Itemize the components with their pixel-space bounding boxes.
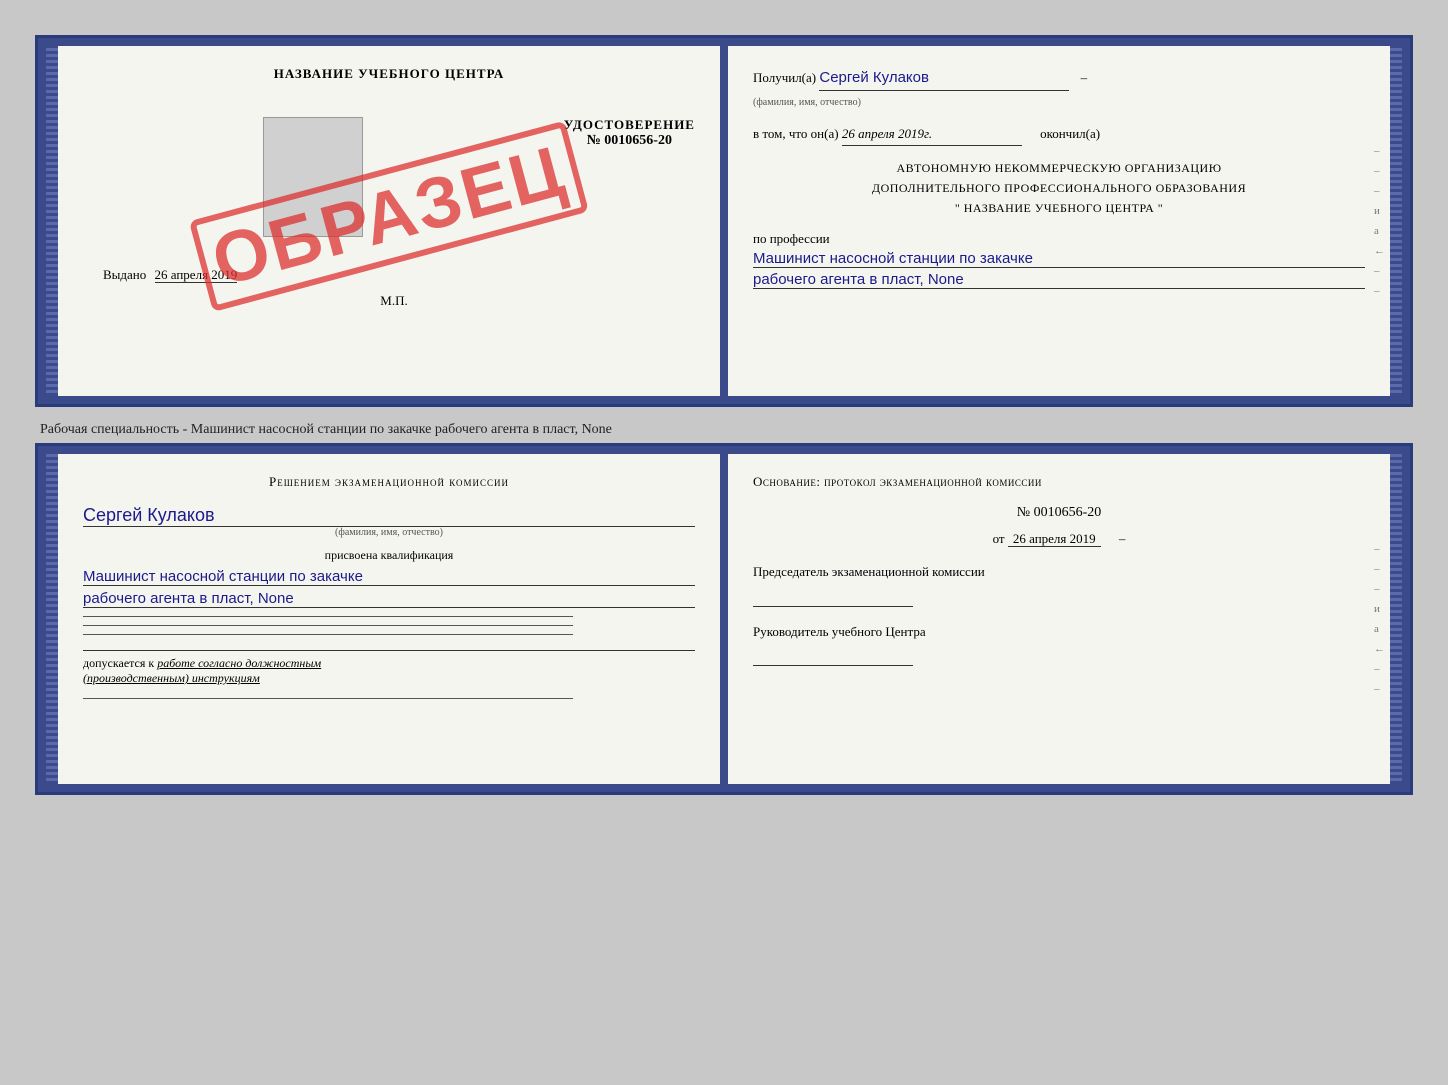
cert-left-page: НАЗВАНИЕ УЧЕБНОГО ЦЕНТРА УДОСТОВЕРЕНИЕ №… xyxy=(58,46,720,396)
familiya-label: (фамилия, имя, отчество) xyxy=(753,97,861,108)
br-dash-1: – xyxy=(1374,543,1385,555)
right-side-marks: – – – и а ← – – xyxy=(1374,145,1385,297)
udostoverenie-title: УДОСТОВЕРЕНИЕ xyxy=(564,117,695,133)
protocol-num: № 0010656-20 xyxy=(753,505,1365,521)
dash-mark-3: – xyxy=(1374,185,1385,197)
po-professii: по профессии xyxy=(753,231,1365,247)
bottom-prof-line1: Машинист насосной станции по закачке xyxy=(83,568,695,586)
br-a-mark: а xyxy=(1374,623,1385,635)
arrow-mark: ← xyxy=(1374,245,1385,257)
cert-right-page: Получил(а) Сергей Кулаков – (фамилия, им… xyxy=(728,46,1390,396)
a-mark: а xyxy=(1374,225,1385,237)
poluchil-prefix: Получил(а) xyxy=(753,70,816,85)
bottom-left-spine xyxy=(46,454,58,784)
bottom-certificate: Решением экзаменационной комиссии Сергей… xyxy=(35,443,1413,795)
poluchil-name: Сергей Кулаков xyxy=(819,66,1069,91)
dopuskaetsya-line: допускается к работе согласно должностны… xyxy=(83,650,695,686)
separator-line-1 xyxy=(83,616,573,617)
osnovanie-text: Основание: протокол экзаменационной коми… xyxy=(753,474,1365,490)
br-dash-2: – xyxy=(1374,563,1385,575)
org-line1: АВТОНОМНУЮ НЕКОММЕРЧЕСКУЮ ОРГАНИЗАЦИЮ xyxy=(753,158,1365,178)
protocol-date: от 26 апреля 2019 – xyxy=(753,531,1365,547)
rukovoditel-sig-line xyxy=(753,646,913,666)
dash-mark-1: – xyxy=(1374,145,1385,157)
bottom-left-page: Решением экзаменационной комиссии Сергей… xyxy=(58,454,720,784)
br-dash-3: – xyxy=(1374,583,1385,595)
vtom-line: в том, что он(а) 26 апреля 2019г. окончи… xyxy=(753,124,1365,146)
predsedatel-sig-line xyxy=(753,587,913,607)
vtom-date: 26 апреля 2019г. xyxy=(842,124,1022,146)
bottom-right-page: Основание: протокол экзаменационной коми… xyxy=(728,454,1390,784)
rukovoditel-block: Руководитель учебного Центра xyxy=(753,622,1365,667)
prisvoena-text: присвоена квалификация xyxy=(83,548,695,563)
right-spine-strip xyxy=(1390,46,1402,396)
bottom-right-spine xyxy=(1390,454,1402,784)
separator-line-3 xyxy=(83,634,573,635)
okoncil-suffix: окончил(а) xyxy=(1040,126,1100,141)
br-dash-4: – xyxy=(1374,663,1385,675)
profession-line1: Машинист насосной станции по закачке xyxy=(753,250,1365,268)
dash-mark-5: – xyxy=(1374,285,1385,297)
decision-text: Решением экзаменационной комиссии xyxy=(83,474,695,490)
br-dash-5: – xyxy=(1374,683,1385,695)
bottom-name: Сергей Кулаков xyxy=(83,505,695,527)
cert-number: № 0010656-20 xyxy=(564,133,695,149)
udostoverenie-block: УДОСТОВЕРЕНИЕ № 0010656-20 xyxy=(564,117,695,149)
left-spine-strip xyxy=(46,46,58,396)
page-container: НАЗВАНИЕ УЧЕБНОГО ЦЕНТРА УДОСТОВЕРЕНИЕ №… xyxy=(20,20,1428,810)
dopuskaetsya-prefix: допускается к xyxy=(83,656,154,670)
protocol-date-prefix: от xyxy=(993,531,1005,546)
mp-label: М.П. xyxy=(370,293,407,309)
br-arrow-mark: ← xyxy=(1374,643,1385,655)
separator-line-2 xyxy=(83,625,573,626)
bottom-right-side-marks: – – – и а ← – – xyxy=(1374,543,1385,695)
org-line2: ДОПОЛНИТЕЛЬНОГО ПРОФЕССИОНАЛЬНОГО ОБРАЗО… xyxy=(753,178,1365,198)
dash-mark-2: – xyxy=(1374,165,1385,177)
top-certificate: НАЗВАНИЕ УЧЕБНОГО ЦЕНТРА УДОСТОВЕРЕНИЕ №… xyxy=(35,35,1413,407)
br-i-mark: и xyxy=(1374,603,1385,615)
i-mark: и xyxy=(1374,205,1385,217)
predsedatel-text: Председатель экзаменационной комиссии xyxy=(753,562,1365,582)
vydano-line: Выдано 26 апреля 2019 xyxy=(83,267,695,283)
dash-after-name: – xyxy=(1081,70,1088,85)
predsedatel-block: Председатель экзаменационной комиссии xyxy=(753,562,1365,607)
date-dash: – xyxy=(1119,531,1126,546)
org-line3: " НАЗВАНИЕ УЧЕБНОГО ЦЕНТРА " xyxy=(753,198,1365,218)
subtitle-text: Рабочая специальность - Машинист насосно… xyxy=(40,422,1413,438)
bottom-name-block: Сергей Кулаков (фамилия, имя, отчество) xyxy=(83,505,695,538)
bottom-prof-line2: рабочего агента в пласт, None xyxy=(83,590,695,608)
cert-title: НАЗВАНИЕ УЧЕБНОГО ЦЕНТРА xyxy=(274,66,505,82)
vydano-date: 26 апреля 2019 xyxy=(155,267,238,283)
org-block: АВТОНОМНУЮ НЕКОММЕРЧЕСКУЮ ОРГАНИЗАЦИЮ ДО… xyxy=(753,158,1365,219)
bottom-familiya-label: (фамилия, имя, отчество) xyxy=(83,527,695,538)
protocol-date-value: 26 апреля 2019 xyxy=(1008,531,1101,547)
cert-photo xyxy=(263,117,363,237)
vydano-prefix: Выдано xyxy=(103,267,146,282)
dash-mark-4: – xyxy=(1374,265,1385,277)
profession-line2: рабочего агента в пласт, None xyxy=(753,271,1365,289)
poluchil-line: Получил(а) Сергей Кулаков – (фамилия, им… xyxy=(753,66,1365,112)
vtom-prefix: в том, что он(а) xyxy=(753,126,839,141)
bottom-line xyxy=(83,698,573,699)
